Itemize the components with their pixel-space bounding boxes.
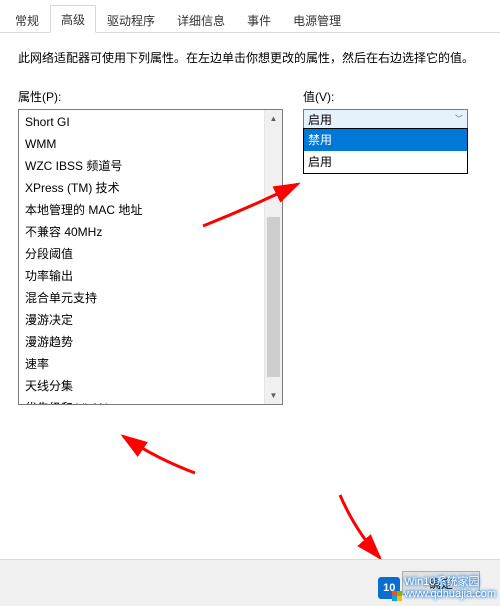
property-list-item[interactable]: 漫游趋势 [21,331,265,353]
scrollbar[interactable]: ▲ ▼ [264,110,282,404]
property-list-item[interactable]: 不兼容 40MHz [21,221,265,243]
scroll-down-icon[interactable]: ▼ [265,387,282,404]
value-combobox[interactable]: 启用 ﹀ [303,109,468,129]
property-list-item[interactable]: WMM [21,133,265,155]
property-list-item[interactable]: 功率输出 [21,265,265,287]
scroll-track[interactable] [265,127,282,387]
value-selected-text: 启用 [308,111,332,128]
property-list-item[interactable]: 速率 [21,353,265,375]
watermark-badge-icon: 10 [378,577,400,599]
property-list-item[interactable]: 本地管理的 MAC 地址 [21,199,265,221]
watermark-text: Win10系统家园 www.qdhuajia.com [404,576,496,600]
description-text: 此网络适配器可使用下列属性。在左边单击你想更改的属性，然后在右边选择它的值。 [18,49,482,68]
annotation-arrow-icon [115,428,205,478]
dropdown-option-enable[interactable]: 启用 [304,151,467,173]
value-label: 值(V): [303,88,482,105]
property-list-item[interactable]: 漫游决定 [21,309,265,331]
tabs-bar: 常规 高级 驱动程序 详细信息 事件 电源管理 [0,0,500,33]
property-label: 属性(P): [18,88,283,105]
tab-details[interactable]: 详细信息 [166,6,236,33]
property-list-item[interactable]: WZC IBSS 频道号 [21,155,265,177]
property-listbox[interactable]: Short GIWMMWZC IBSS 频道号XPress (TM) 技术本地管… [18,109,283,405]
tab-advanced[interactable]: 高级 [50,5,96,33]
watermark: 10 Win10系统家园 www.qdhuajia.com [378,576,496,600]
tab-general[interactable]: 常规 [4,6,50,33]
tab-content: 此网络适配器可使用下列属性。在左边单击你想更改的属性，然后在右边选择它的值。 属… [0,33,500,415]
scroll-up-icon[interactable]: ▲ [265,110,282,127]
property-list-item[interactable]: 分段阈值 [21,243,265,265]
tab-events[interactable]: 事件 [236,6,282,33]
property-list-item[interactable]: 天线分集 [21,375,265,397]
dropdown-option-disable[interactable]: 禁用 [304,129,467,151]
tab-power[interactable]: 电源管理 [282,6,352,33]
tab-driver[interactable]: 驱动程序 [96,6,166,33]
value-dropdown[interactable]: 禁用 启用 [303,128,468,174]
property-list-item[interactable]: Short GI [21,111,265,133]
property-list-item[interactable]: 混合单元支持 [21,287,265,309]
annotation-arrow-icon [330,490,390,565]
chevron-down-icon: ﹀ [455,114,463,125]
property-list-item[interactable]: XPress (TM) 技术 [21,177,265,199]
scroll-thumb[interactable] [267,217,280,377]
property-list-item[interactable]: 优先级和 VLAN [21,397,265,405]
